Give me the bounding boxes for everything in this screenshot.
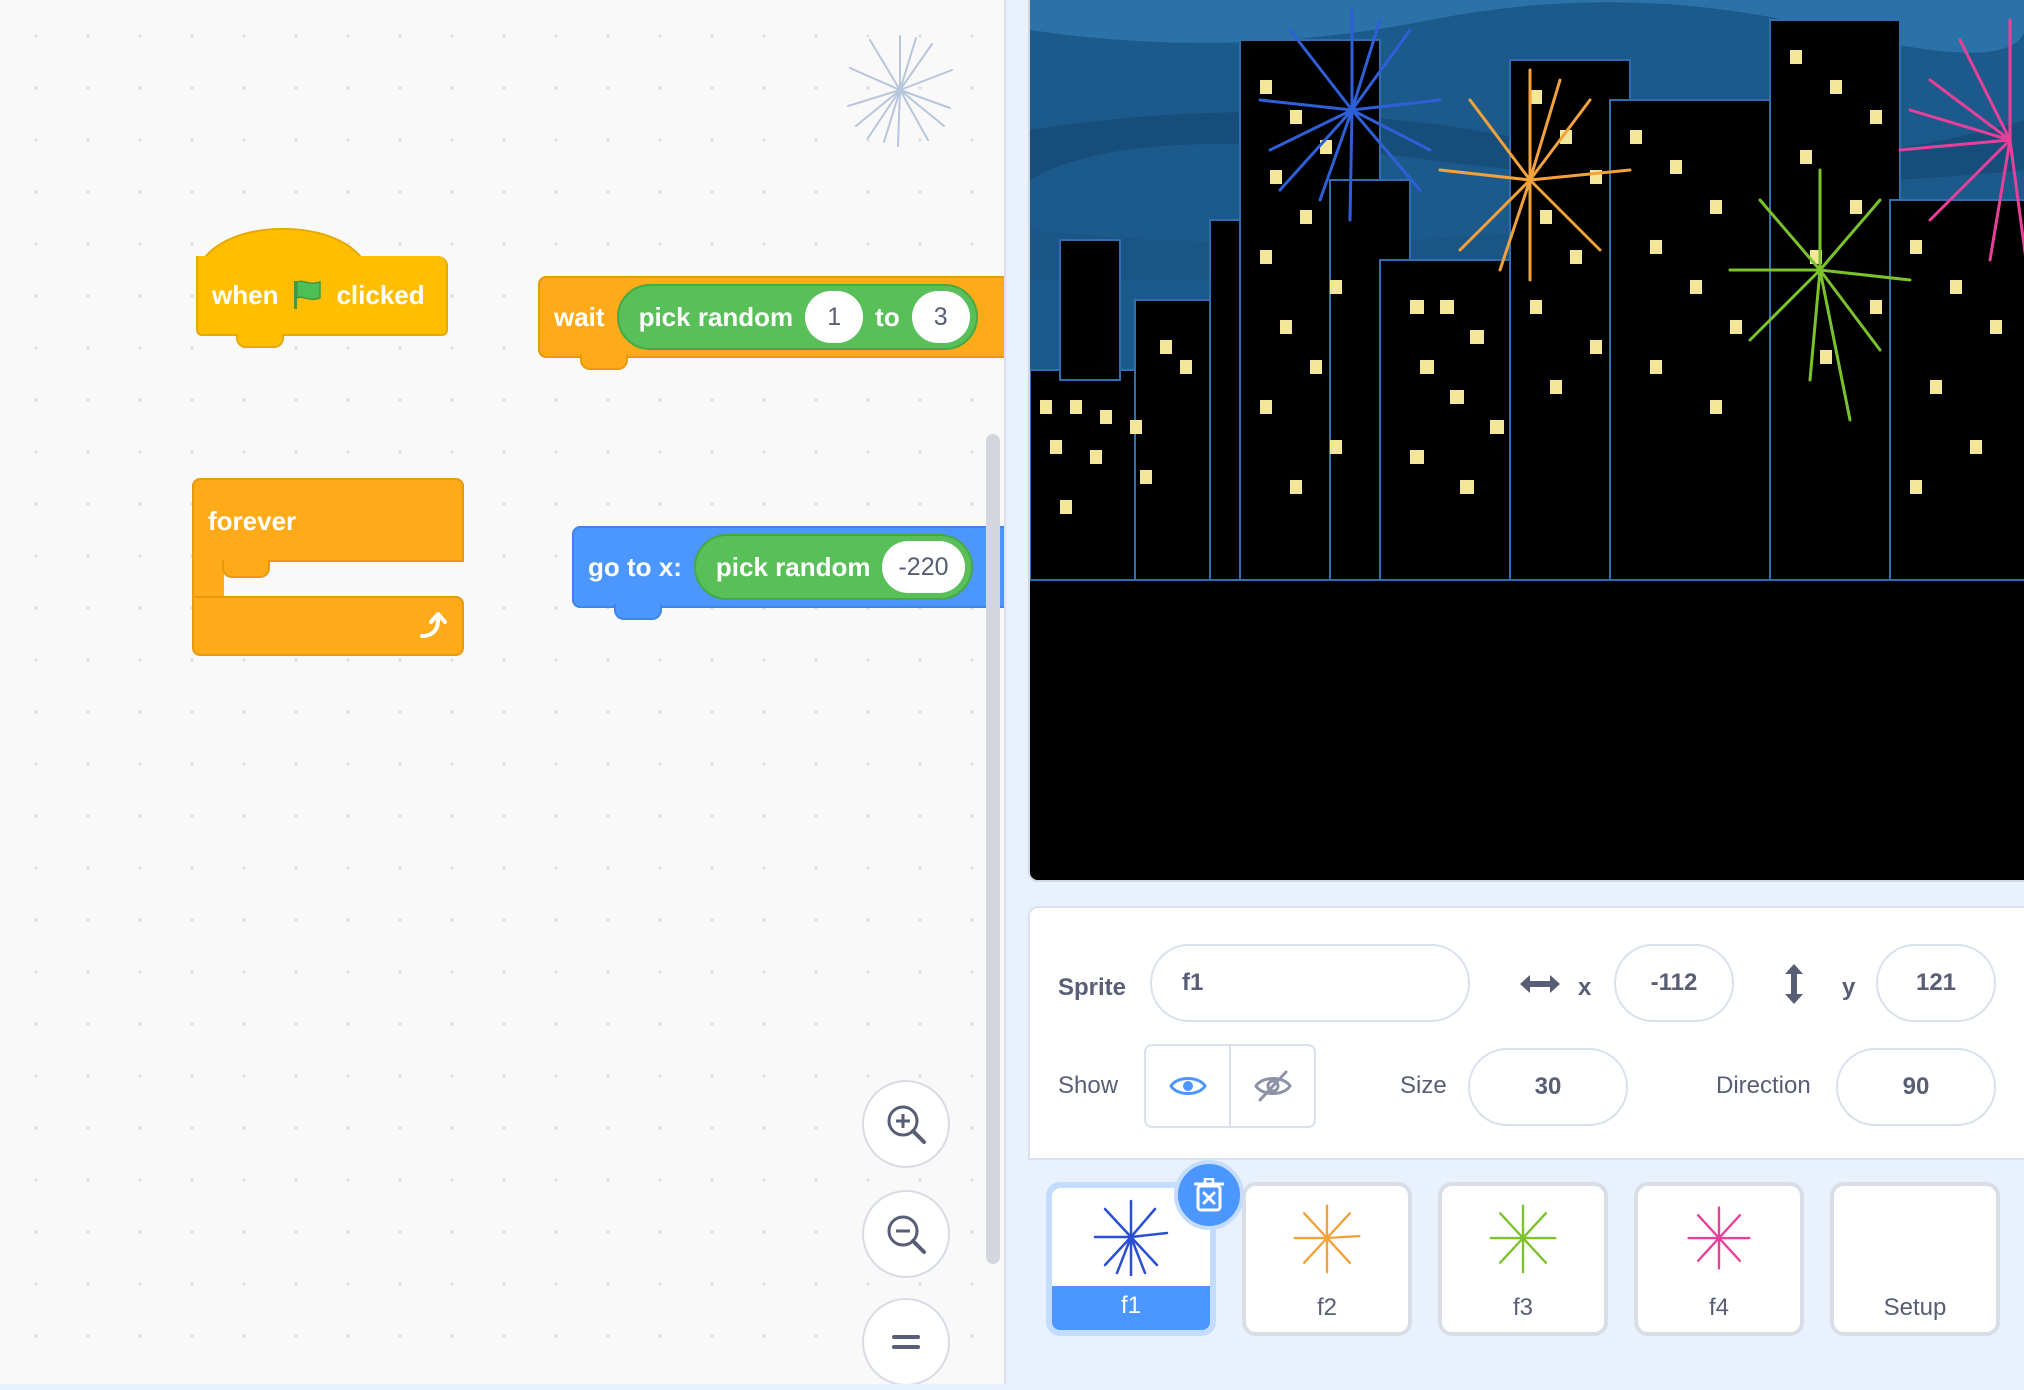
wait-label: wait (554, 301, 605, 332)
zoom-reset-icon (892, 1335, 920, 1349)
vertical-scrollbar[interactable] (986, 434, 1000, 1264)
show-label: Show (1058, 1072, 1119, 1099)
code-area[interactable]: when clicked wait pick random 1 to 3 for… (0, 0, 1006, 1384)
direction-label: Direction (1716, 1072, 1811, 1099)
zoom-reset-button[interactable] (862, 1298, 950, 1384)
sprite-tile-setup[interactable]: Setup (1830, 1182, 2000, 1336)
x-label: x (1578, 974, 1592, 1001)
sprite-name: f2 (1316, 1294, 1337, 1321)
eye-slash-icon (1253, 1070, 1292, 1102)
size-label: Size (1400, 1072, 1447, 1099)
sprite-label: Sprite (1058, 974, 1127, 1001)
sprite-thumbnail (1246, 1186, 1408, 1290)
show-visible-button[interactable] (1146, 1046, 1231, 1126)
sprite-name: f3 (1512, 1294, 1533, 1321)
x-input[interactable]: -112 (1614, 944, 1734, 1022)
y-input[interactable]: 121 (1876, 944, 1996, 1022)
sprite-tile-f2[interactable]: f2 (1242, 1182, 1412, 1336)
pink-firework-icon (1687, 1206, 1751, 1270)
zoom-in-icon (887, 1105, 926, 1144)
forever-top: forever (192, 478, 464, 562)
sprite-tile-f4[interactable]: f4 (1634, 1182, 1804, 1336)
show-toggle-group (1144, 1044, 1316, 1128)
random-to-input[interactable]: 3 (911, 291, 970, 343)
sprite-thumbnail (1834, 1186, 1996, 1290)
blue-firework-icon (1093, 1199, 1169, 1277)
zoom-in-button[interactable] (862, 1080, 950, 1168)
sprite-name: f4 (1708, 1294, 1729, 1321)
delete-sprite-button[interactable] (1174, 1160, 1244, 1230)
random-from-input[interactable]: 1 (805, 291, 864, 343)
loop-arrow-icon (420, 612, 447, 638)
green-firework-icon (1489, 1204, 1557, 1274)
when-label: when (212, 279, 279, 310)
go-to-x-block[interactable]: go to x: pick random -220 (572, 526, 1004, 620)
orange-firework-icon (1293, 1204, 1361, 1274)
show-hidden-button[interactable] (1231, 1046, 1314, 1126)
zoom-out-icon (887, 1215, 926, 1254)
pick-random-label: pick random (638, 301, 794, 332)
pick-random-label: pick random (715, 551, 871, 582)
wait-block[interactable]: wait pick random 1 to 3 (538, 276, 1004, 370)
horizontal-arrows-icon (1520, 975, 1560, 993)
sprite-thumbnail (1442, 1186, 1604, 1290)
x-random-from-input[interactable]: -220 (882, 541, 965, 593)
eye-icon (1168, 1077, 1207, 1095)
clicked-label: clicked (336, 279, 425, 310)
direction-input[interactable]: 90 (1836, 1048, 1996, 1126)
forever-label: forever (208, 506, 297, 536)
pick-random-reporter[interactable]: pick random 1 to 3 (616, 284, 978, 350)
size-input[interactable]: 30 (1468, 1048, 1628, 1126)
sprite-thumbnail (1638, 1186, 1800, 1290)
green-flag-icon (290, 278, 324, 312)
sprite-preview-icon (847, 35, 953, 147)
vertical-arrows-icon (1785, 964, 1803, 1004)
y-label: y (1842, 974, 1856, 1001)
zoom-out-button[interactable] (862, 1190, 950, 1278)
sprite-info-panel: Sprite f1 x -112 y 121 Show Size 30 Dire… (1028, 906, 2024, 1160)
sprite-name: f1 (1120, 1292, 1141, 1319)
pick-random-reporter[interactable]: pick random -220 (693, 534, 973, 600)
stage[interactable] (1028, 0, 2024, 882)
sprite-tile-f3[interactable]: f3 (1438, 1182, 1608, 1336)
when-flag-clicked-block[interactable]: when clicked (196, 228, 450, 348)
trash-icon (1194, 1178, 1224, 1212)
sprite-name: Setup (1883, 1294, 1947, 1321)
stage-backdrop-city-night (1030, 0, 2024, 880)
sprite-name-input[interactable]: f1 (1150, 944, 1470, 1022)
go-to-x-label: go to x: (588, 551, 682, 582)
to-label: to (875, 301, 900, 332)
